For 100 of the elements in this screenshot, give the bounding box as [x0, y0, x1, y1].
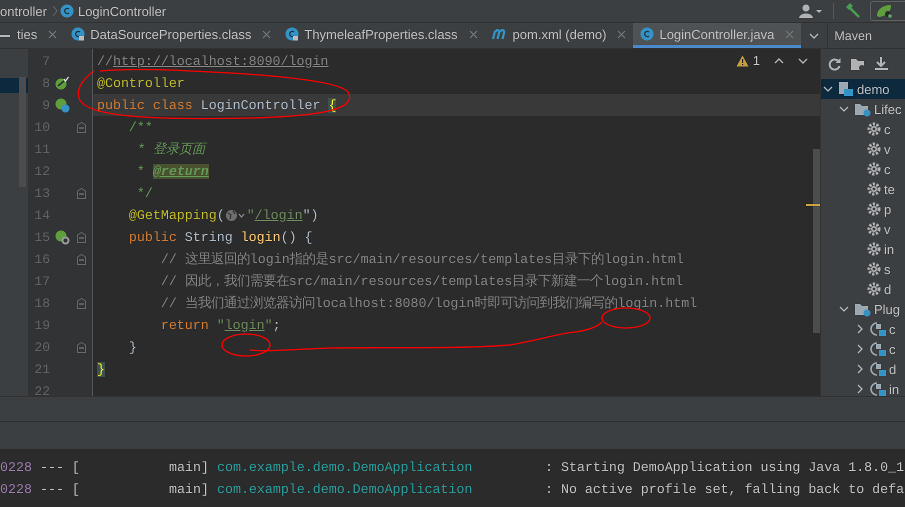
- breadcrumb-item[interactable]: LoginController: [78, 4, 166, 18]
- user-icon[interactable]: [799, 4, 823, 18]
- tree-item[interactable]: demo: [821, 79, 905, 99]
- thread-name: main]: [169, 460, 210, 474]
- tree-item[interactable]: te: [821, 179, 905, 199]
- globe-icon[interactable]: [224, 208, 247, 222]
- logger-name[interactable]: com.example.demo.DemoApplication: [217, 482, 545, 496]
- editor-tab[interactable]: LoginController.java: [633, 23, 802, 48]
- folder-icon[interactable]: [850, 56, 866, 72]
- class-icon: [60, 4, 74, 18]
- chevron-right-icon[interactable]: [855, 324, 865, 334]
- gear-icon: [867, 182, 881, 196]
- editor-tab[interactable]: ThymeleafProperties.class: [278, 23, 485, 48]
- fold-icon[interactable]: [76, 342, 86, 352]
- gear-icon: [867, 282, 881, 296]
- bean-icon[interactable]: [55, 76, 69, 90]
- bean-icon[interactable]: [54, 230, 70, 244]
- code-brace: }: [97, 362, 105, 376]
- refresh-icon[interactable]: [827, 56, 842, 72]
- plugin-icon: [870, 321, 886, 337]
- editor-tab[interactable]: DataSourceProperties.class: [64, 23, 278, 48]
- method-name: login: [240, 230, 281, 244]
- chevron-right-icon[interactable]: [855, 364, 865, 374]
- fold-icon[interactable]: [76, 298, 86, 308]
- minimize-icon[interactable]: [0, 34, 10, 36]
- fold-icon[interactable]: [76, 188, 86, 198]
- code-annotation: @GetMapping: [128, 208, 217, 222]
- tree-item[interactable]: c: [821, 339, 905, 359]
- class-icon: [640, 27, 654, 41]
- panel-title: Maven: [834, 28, 872, 42]
- process-id: 0228: [0, 482, 33, 496]
- code-annotation: @Controller: [97, 76, 185, 90]
- doc-comment: /**: [128, 120, 153, 134]
- string-quote: ": [264, 318, 273, 332]
- class-name: String: [184, 230, 233, 244]
- gear-icon: [867, 162, 881, 176]
- log-message: : Starting DemoApplication using Java 1.8.0_1: [545, 460, 904, 474]
- chevron-right-icon[interactable]: [855, 344, 865, 354]
- code-keyword: public class: [97, 98, 193, 112]
- tree-item[interactable]: v: [821, 139, 905, 159]
- tree-item[interactable]: c: [821, 319, 905, 339]
- warning-count[interactable]: 1: [752, 53, 760, 68]
- ink-circle: [221, 333, 271, 357]
- tree-item[interactable]: c: [821, 159, 905, 179]
- log-separator: --- [: [40, 460, 81, 474]
- warning-icon[interactable]: [736, 54, 749, 66]
- doc-comment: *: [136, 164, 145, 178]
- gear-icon: [867, 122, 881, 136]
- fold-icon[interactable]: [76, 254, 86, 264]
- code-comment: // 因此，我们需要在src/main/resources/templates目录下新建一个login.html: [160, 272, 683, 290]
- chevron-down-icon[interactable]: [839, 304, 849, 314]
- maven-module-icon: [838, 81, 854, 97]
- code-punctuation: (: [216, 208, 225, 222]
- breadcrumb-item[interactable]: ontroller: [0, 4, 47, 18]
- hammer-icon[interactable]: [844, 3, 860, 19]
- chevron-down-icon[interactable]: [839, 104, 849, 114]
- string-literal: /login: [254, 208, 303, 222]
- log-message: : No active profile set, falling back to defa: [545, 482, 904, 496]
- chevron-up-icon[interactable]: [774, 58, 784, 64]
- plugin-icon: [870, 341, 886, 357]
- fold-icon[interactable]: [76, 232, 86, 242]
- code-punctuation: () {: [280, 230, 313, 244]
- string-quote: ": [216, 318, 225, 332]
- chevron-down-icon[interactable]: [798, 58, 808, 64]
- gear-icon: [867, 202, 881, 216]
- editor-tab[interactable]: ties: [10, 23, 64, 48]
- locked-class-icon: [285, 27, 300, 41]
- tree-item[interactable]: p: [821, 199, 905, 219]
- gear-icon: [867, 142, 881, 156]
- chevron-down-icon[interactable]: [823, 84, 833, 94]
- code-comment: // 这里返回的login指的是src/main/resources/templates目录下的login.html: [160, 250, 684, 268]
- tree-item[interactable]: d: [821, 359, 905, 379]
- tree-item[interactable]: Plug: [821, 299, 905, 319]
- fold-icon[interactable]: [76, 122, 86, 132]
- chevron-right-icon[interactable]: [855, 384, 865, 394]
- gear-icon: [867, 222, 881, 236]
- chevron-down-icon[interactable]: [809, 32, 820, 38]
- tree-item[interactable]: v: [821, 219, 905, 239]
- tree-item[interactable]: c: [821, 119, 905, 139]
- code-punctuation: ;: [272, 318, 281, 332]
- tree-item[interactable]: in: [821, 239, 905, 259]
- gear-icon: [867, 242, 881, 256]
- code-punctuation: }: [128, 340, 137, 354]
- tree-item[interactable]: s: [821, 259, 905, 279]
- logger-name[interactable]: com.example.demo.DemoApplication: [217, 460, 545, 474]
- locked-class-icon: [71, 27, 86, 41]
- download-icon[interactable]: [874, 56, 890, 72]
- folder-gear-icon: [854, 302, 871, 316]
- scrollbar[interactable]: [813, 149, 820, 333]
- process-id: 0228: [0, 460, 33, 474]
- gear-icon: [867, 262, 881, 276]
- tree-item[interactable]: Lifec: [821, 99, 905, 119]
- doc-comment: * 登录页面: [97, 140, 205, 158]
- tree-item[interactable]: in: [821, 379, 905, 396]
- folder-gear-icon: [854, 102, 871, 116]
- leaf-icon[interactable]: [875, 4, 895, 18]
- chevron-right-icon: [52, 5, 58, 17]
- tree-item[interactable]: d: [821, 279, 905, 299]
- editor-tab[interactable]: pom.xml (demo): [484, 23, 634, 48]
- warning-marker[interactable]: [806, 204, 820, 206]
